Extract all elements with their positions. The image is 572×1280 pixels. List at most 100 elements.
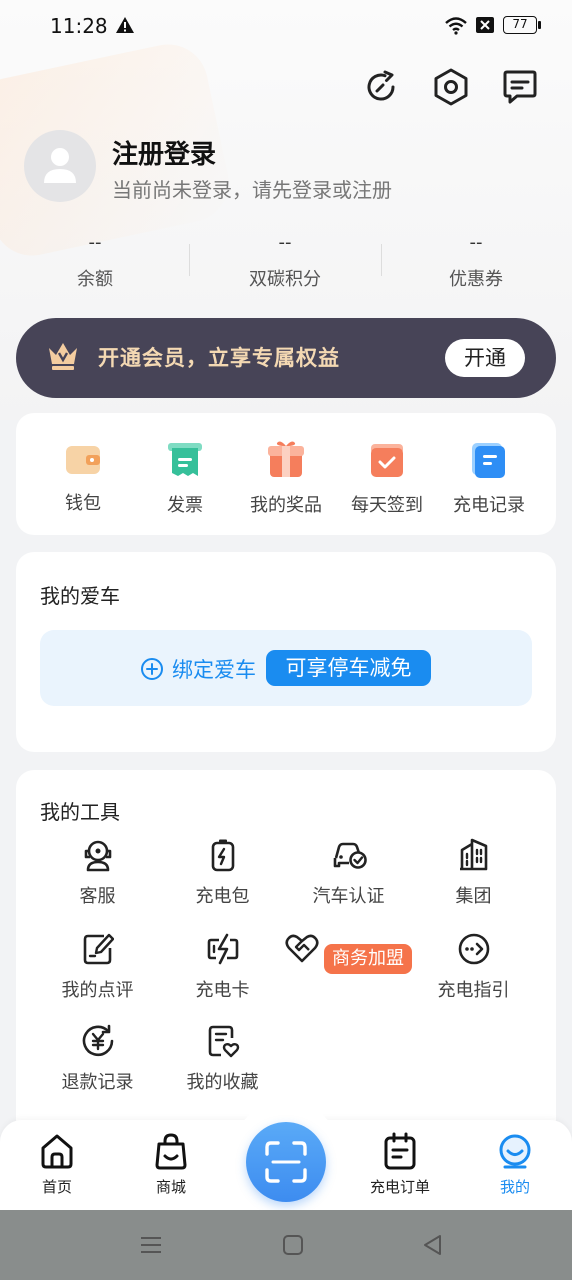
charge-card-icon [207, 933, 238, 965]
checkin-icon [371, 444, 403, 477]
nav-label: 首页 [41, 1178, 72, 1196]
quick-label: 充电记录 [453, 495, 525, 516]
no-sim-icon [476, 17, 494, 33]
tool-label: 充电包 [195, 886, 250, 907]
quick-label: 发票 [167, 495, 203, 516]
status-time: 11:28 [50, 14, 108, 38]
nav-label: 我的 [499, 1178, 530, 1196]
section-title: 我的工具 [40, 800, 120, 824]
vip-open-button[interactable]: 开通 [445, 339, 525, 377]
vip-text: 开通会员，立享专属权益 [98, 346, 340, 370]
avatar[interactable] [24, 130, 96, 202]
tool-label: 充电卡 [195, 980, 250, 1001]
tool-business-join[interactable]: 商务加盟 [281, 932, 416, 974]
charge-pack-icon [211, 839, 234, 872]
scan-icon [265, 1141, 307, 1183]
quick-invoice[interactable]: 发票 [134, 441, 236, 517]
tool-label: 客服 [79, 886, 116, 907]
login-title[interactable]: 注册登录 [112, 134, 216, 171]
favorites-icon [208, 1025, 239, 1058]
battery-indicator: 77 [503, 16, 537, 34]
stat-value: -- [469, 232, 483, 253]
nav-label: 充电订单 [369, 1178, 430, 1196]
battery-tip [538, 21, 541, 29]
shop-icon [155, 1133, 187, 1170]
tool-refund-records[interactable]: 退款记录 [30, 1024, 165, 1094]
stat-label: 双碳积分 [249, 269, 321, 290]
parking-discount-badge: 可享停车减免 [266, 650, 431, 686]
tool-my-reviews[interactable]: 我的点评 [30, 932, 165, 1002]
user-icon [44, 148, 76, 183]
nav-charge-orders[interactable]: 充电订单 [360, 1132, 440, 1197]
my-car-card: 我的爱车 绑定爱车 可享停车减免 [16, 552, 556, 752]
charge-record-icon [472, 443, 505, 478]
warning-icon [116, 17, 134, 33]
add-circle-icon [141, 658, 163, 680]
tool-group[interactable]: 集团 [406, 838, 541, 908]
quick-prizes[interactable]: 我的奖品 [235, 439, 337, 517]
tool-label: 汽车认证 [312, 886, 385, 907]
nav-mine[interactable]: 我的 [475, 1132, 555, 1197]
tool-favorites[interactable]: 我的收藏 [155, 1024, 290, 1094]
order-icon [384, 1132, 416, 1170]
gear-icon [434, 68, 468, 106]
tool-label: 我的点评 [61, 980, 134, 1001]
messages-button[interactable] [499, 66, 541, 108]
gift-icon [268, 441, 304, 477]
car-certify-icon [333, 842, 367, 869]
my-tools-card: 我的工具 客服 充电包 汽车认证 集团 我的点评 充电卡 商务加盟 充电指引 退… [16, 770, 556, 1140]
stat-carbon-points[interactable]: -- 双碳积分 [190, 232, 380, 302]
nav-label: 商城 [155, 1178, 186, 1196]
bind-car-label: 绑定爱车 [172, 658, 256, 682]
stat-balance[interactable]: -- 余额 [0, 232, 190, 302]
tool-label: 充电指引 [437, 980, 510, 1001]
tool-label: 退款记录 [61, 1072, 134, 1093]
tool-charge-card[interactable]: 充电卡 [155, 932, 290, 1002]
system-nav-bar [0, 1210, 572, 1280]
quick-label: 我的奖品 [250, 495, 322, 516]
tool-charge-pack[interactable]: 充电包 [155, 838, 290, 908]
vip-banner[interactable]: 开通会员，立享专属权益 开通 [16, 318, 556, 398]
bind-car-panel[interactable]: 绑定爱车 可享停车减免 [40, 630, 532, 706]
quick-wallet[interactable]: 钱包 [32, 441, 134, 515]
wifi-icon [445, 17, 467, 35]
quick-label: 钱包 [65, 493, 101, 514]
refresh-icon [367, 70, 395, 101]
tool-car-certify[interactable]: 汽车认证 [281, 838, 416, 908]
business-join-icon [285, 934, 319, 963]
business-join-badge: 商务加盟 [324, 944, 413, 974]
refund-icon [82, 1024, 113, 1057]
status-bar: 11:28 77 [0, 0, 572, 50]
back-icon[interactable] [421, 1234, 443, 1256]
review-icon [83, 933, 114, 965]
settings-button[interactable] [430, 66, 472, 108]
quick-actions-card: 钱包 发票 我的奖品 每天签到 充电记录 [16, 413, 556, 535]
nav-shop[interactable]: 商城 [131, 1132, 211, 1197]
group-icon [459, 838, 487, 871]
home-square-icon[interactable] [282, 1234, 304, 1256]
message-icon [503, 70, 537, 104]
quick-checkin[interactable]: 每天签到 [336, 441, 438, 517]
charge-guide-icon [458, 933, 489, 965]
refresh-button[interactable] [360, 66, 402, 108]
nav-scan-button[interactable] [246, 1122, 326, 1202]
tool-charge-guide[interactable]: 充电指引 [406, 932, 541, 1002]
home-icon [41, 1134, 73, 1169]
tool-label: 我的收藏 [186, 1072, 259, 1093]
quick-charge-record[interactable]: 充电记录 [438, 441, 540, 517]
stat-value: -- [88, 232, 102, 253]
invoice-icon [168, 443, 202, 476]
tool-label: 集团 [455, 886, 492, 907]
tool-customer-service[interactable]: 客服 [30, 838, 165, 908]
crown-icon [49, 343, 77, 370]
wallet-icon [66, 446, 100, 474]
login-subtitle: 当前尚未登录，请先登录或注册 [112, 178, 392, 202]
nav-home[interactable]: 首页 [17, 1132, 97, 1197]
stat-coupons[interactable]: -- 优惠券 [381, 232, 571, 302]
account-stats: -- 余额 -- 双碳积分 -- 优惠券 [0, 232, 572, 302]
profile-icon [499, 1134, 531, 1169]
menu-icon[interactable] [140, 1235, 162, 1255]
section-title: 我的爱车 [40, 584, 120, 608]
customer-service-icon [84, 840, 111, 872]
stat-value: -- [278, 232, 292, 253]
